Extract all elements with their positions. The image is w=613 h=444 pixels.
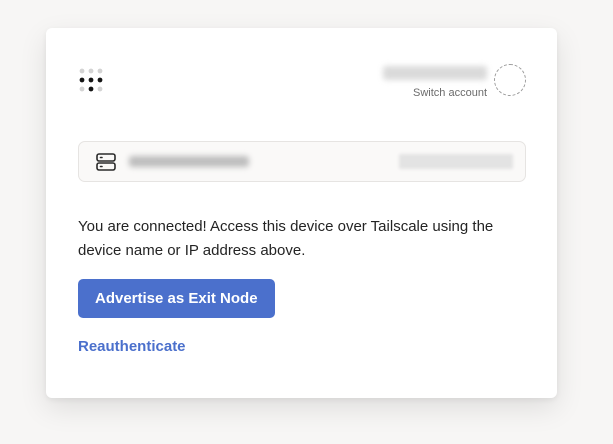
switch-account-link[interactable]: Switch account bbox=[383, 87, 487, 99]
server-icon bbox=[96, 153, 116, 171]
account-name-redacted bbox=[383, 66, 487, 80]
login-card: Switch account You are connected! Access… bbox=[46, 28, 557, 398]
avatar-placeholder-icon[interactable] bbox=[494, 64, 526, 96]
device-info-row bbox=[78, 141, 526, 182]
device-ip-redacted bbox=[399, 154, 513, 169]
tailscale-logo-icon bbox=[79, 68, 103, 92]
device-name-redacted bbox=[129, 156, 249, 167]
account-info: Switch account bbox=[383, 66, 487, 99]
connected-message: You are connected! Access this device ov… bbox=[78, 218, 494, 259]
reauthenticate-link[interactable]: Reauthenticate bbox=[78, 338, 186, 355]
advertise-exit-node-button[interactable]: Advertise as Exit Node bbox=[78, 279, 275, 318]
